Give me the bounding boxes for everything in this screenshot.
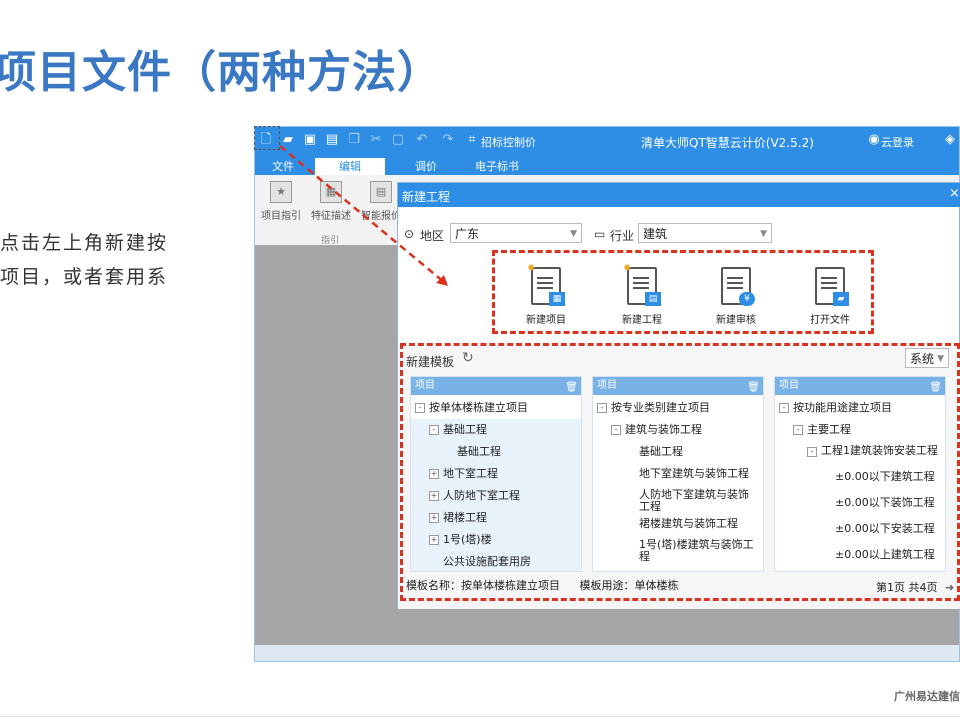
app-title: 清单大师QT智慧云计价(V2.5.2) [641,136,814,150]
region-label: 地区 [420,229,445,243]
region-select[interactable]: 广东 ▼ [450,223,582,243]
cloud-icon: ◉ [868,132,880,147]
location-pin-icon: ⊙ [404,227,415,241]
dialog-title: 新建工程 [402,190,451,204]
slide-title: 项目文件（两种方法） [0,47,442,98]
tender-control-label[interactable]: 招标控制价 [481,134,536,150]
chevron-down-icon: ▼ [760,229,767,239]
cloud-login-button[interactable]: 云登录 [881,134,914,150]
menu-tab-edit[interactable]: 编辑 [315,158,385,175]
project-guide-label: 项目指引 [261,211,301,222]
menu-tab-file[interactable]: 文件 [263,158,303,175]
project-guide-button[interactable]: ★ 项目指引 [259,181,303,222]
close-icon[interactable]: × [949,186,960,201]
paste-icon[interactable]: ▢ [391,133,405,147]
copy-icon[interactable]: ❐ [347,133,361,147]
industry-label: 行业 [610,229,635,243]
description-line-2: 项目，或者套用系 [0,266,169,288]
save-icon[interactable]: ▣ [303,133,317,147]
footer-brand: 广州易达建信 [894,690,960,703]
actions-highlight-box [492,250,874,334]
chevron-down-icon: ▼ [570,229,577,239]
tender-control-icon: ⌗ [468,132,476,147]
industry-value: 建筑 [643,227,668,241]
description-line-1: 点击左上角新建按 [0,232,169,254]
new-button-highlight [254,126,280,150]
smart-quote-label: 智能报价 [361,211,401,222]
calendar-icon: ▭ [594,227,606,241]
industry-select[interactable]: 建筑 ▼ [638,223,772,243]
share-icon[interactable]: ◈ [943,133,957,147]
menu-tab-adjust-price[interactable]: 调价 [401,158,451,175]
dialog-header [398,183,960,207]
redo-icon[interactable]: ↷ [441,133,455,147]
cut-icon[interactable]: ✂ [369,133,383,147]
grid-icon: ▦ [320,181,342,203]
quote-icon: ▤ [370,181,392,203]
footer-divider [0,716,960,717]
region-value: 广东 [455,227,480,241]
undo-icon[interactable]: ↶ [415,133,429,147]
feature-desc-label: 特征描述 [311,211,351,222]
feature-desc-button[interactable]: ▦ 特征描述 [309,181,353,222]
status-strip [255,645,959,661]
save-as-icon[interactable]: ▤ [325,133,339,147]
star-doc-icon: ★ [270,181,292,203]
templates-highlight-box [400,343,960,601]
open-folder-icon[interactable]: ▰ [281,133,295,147]
menu-tab-e-tender[interactable]: 电子标书 [467,158,527,175]
